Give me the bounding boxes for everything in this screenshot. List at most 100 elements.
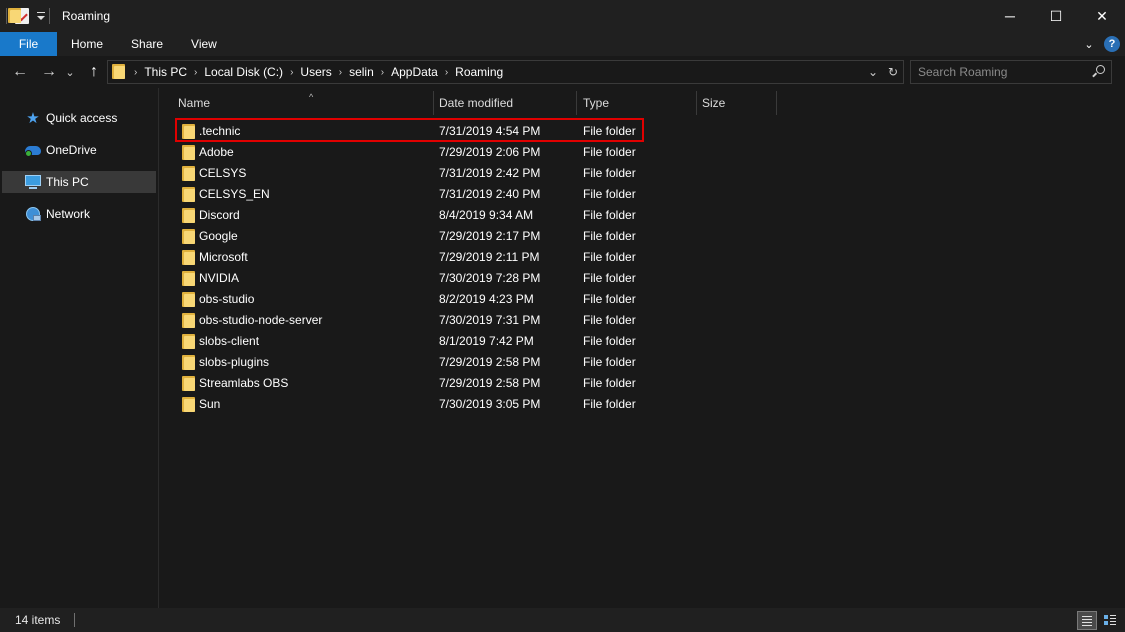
file-type: File folder [583, 334, 636, 348]
address-history-button[interactable]: ⌄ [863, 61, 883, 83]
table-row[interactable]: CELSYS 7/31/2019 2:42 PM File folder [177, 163, 642, 184]
file-name: Adobe [199, 145, 234, 159]
breadcrumb-separator[interactable]: › [290, 67, 293, 78]
this-pc-icon [24, 173, 42, 191]
sidebar-item-label: Quick access [46, 111, 118, 125]
file-name: slobs-client [199, 334, 260, 348]
table-row[interactable]: obs-studio-node-server 7/30/2019 7:31 PM F… [177, 310, 642, 331]
column-header-label: Name [178, 96, 211, 110]
file-type: File folder [583, 145, 636, 159]
breadcrumb-separator[interactable]: › [381, 67, 384, 78]
breadcrumb-separator[interactable]: › [339, 67, 342, 78]
file-name: obs-studio [199, 292, 255, 306]
file-name: CELSYS_EN [199, 187, 270, 201]
file-name: Sun [199, 397, 221, 411]
help-icon[interactable]: ? [1104, 36, 1120, 52]
breadcrumb-users[interactable]: Users [300, 65, 331, 79]
back-button[interactable]: ← [8, 60, 32, 84]
title-bar: Roaming ─ ☐ ✕ [0, 0, 1125, 32]
column-header-name[interactable]: Name ^ [172, 91, 434, 115]
minimize-button[interactable]: ─ [987, 0, 1033, 32]
sidebar-item-onedrive[interactable]: OneDrive [2, 139, 156, 161]
tab-file[interactable]: File [0, 32, 57, 56]
table-row[interactable]: slobs-plugins 7/29/2019 2:58 PM File folde… [177, 352, 642, 373]
search-box[interactable] [910, 60, 1112, 84]
address-bar[interactable]: › This PC › Local Disk (C:) › Users › se… [107, 60, 904, 84]
recent-locations-button[interactable]: ⌄ [62, 60, 78, 84]
breadcrumb-selin[interactable]: selin [349, 65, 374, 79]
file-type: File folder [583, 313, 636, 327]
expand-ribbon-icon[interactable]: ⌄ [1078, 32, 1100, 56]
navigation-pane: ★ Quick access OneDrive This PC Network [0, 88, 159, 608]
refresh-button[interactable]: ↻ [883, 61, 903, 83]
file-type: File folder [583, 250, 636, 264]
sidebar-item-this-pc[interactable]: This PC [2, 171, 156, 193]
column-header-label: Date modified [439, 96, 514, 110]
column-header-size[interactable]: Size [696, 91, 777, 115]
ribbon: File Home Share View ⌄ ? [0, 32, 1125, 56]
date-modified: 7/29/2019 2:11 PM [439, 250, 540, 264]
tab-home[interactable]: Home [57, 32, 117, 56]
file-type: File folder [583, 208, 636, 222]
search-input[interactable] [911, 61, 1091, 83]
date-modified: 7/30/2019 7:28 PM [439, 271, 541, 285]
window-title: Roaming [62, 9, 111, 23]
breadcrumb-appdata[interactable]: AppData [391, 65, 438, 79]
onedrive-icon [24, 141, 42, 159]
file-name: Google [199, 229, 238, 243]
search-icon[interactable] [1091, 65, 1105, 79]
close-button[interactable]: ✕ [1079, 0, 1125, 32]
breadcrumb-separator[interactable]: › [194, 67, 197, 78]
quick-access-divider [6, 8, 7, 24]
table-row[interactable]: Sun 7/30/2019 3:05 PM File folder [177, 394, 642, 415]
breadcrumb-roaming[interactable]: Roaming [455, 65, 503, 79]
file-name: CELSYS [199, 166, 247, 180]
file-type: File folder [583, 397, 636, 411]
window-controls: ─ ☐ ✕ [987, 0, 1125, 32]
tab-view[interactable]: View [177, 32, 231, 56]
table-row[interactable]: obs-studio 8/2/2019 4:23 PM File folder [177, 289, 642, 310]
breadcrumb-separator[interactable]: › [134, 67, 137, 78]
table-row[interactable]: NVIDIA 7/30/2019 7:28 PM File folder [177, 268, 642, 289]
details-view-button[interactable] [1077, 611, 1097, 630]
tab-share[interactable]: Share [117, 32, 177, 56]
column-header-date[interactable]: Date modified [433, 91, 577, 115]
up-button[interactable]: ↑ [82, 60, 106, 84]
date-modified: 7/31/2019 2:40 PM [439, 187, 541, 201]
network-icon [24, 205, 42, 223]
large-icons-view-button[interactable] [1100, 611, 1120, 630]
sidebar-item-label: Network [46, 207, 91, 221]
date-modified: 7/29/2019 2:06 PM [439, 145, 541, 159]
file-name: Discord [199, 208, 240, 222]
date-modified: 7/31/2019 2:42 PM [439, 166, 541, 180]
table-row[interactable]: Microsoft 7/29/2019 2:11 PM File folder [177, 247, 642, 268]
file-name: slobs-plugins [199, 355, 270, 369]
star-icon: ★ [26, 109, 40, 127]
title-divider [49, 8, 50, 24]
maximize-button[interactable]: ☐ [1033, 0, 1079, 32]
sidebar-item-quick-access[interactable]: ★ Quick access [2, 107, 156, 129]
table-row[interactable]: Adobe 7/29/2019 2:06 PM File folder [177, 142, 642, 163]
breadcrumb-separator[interactable]: › [445, 67, 448, 78]
breadcrumb-local-disk[interactable]: Local Disk (C:) [204, 65, 283, 79]
date-modified: 7/30/2019 3:05 PM [439, 397, 541, 411]
table-row[interactable]: slobs-client 8/1/2019 7:42 PM File folder [177, 331, 642, 352]
file-type: File folder [583, 292, 636, 306]
customize-quick-access-icon[interactable] [35, 8, 47, 24]
file-name: NVIDIA [199, 271, 240, 285]
file-list: Name ^ Date modified Type Size .technic 7… [160, 88, 1125, 608]
file-type: File folder [583, 187, 636, 201]
sidebar-item-network[interactable]: Network [2, 203, 156, 225]
breadcrumb-this-pc[interactable]: This PC [144, 65, 187, 79]
new-folder-icon[interactable] [8, 8, 24, 24]
date-modified: 7/29/2019 2:58 PM [439, 376, 541, 390]
file-name: Streamlabs OBS [199, 376, 289, 390]
file-type: File folder [583, 271, 636, 285]
column-header-type[interactable]: Type [577, 91, 697, 115]
table-row[interactable]: Google 7/29/2019 2:17 PM File folder [177, 226, 642, 247]
date-modified: 8/2/2019 4:23 PM [439, 292, 534, 306]
table-row[interactable]: CELSYS_EN 7/31/2019 2:40 PM File folder [177, 184, 642, 205]
table-row[interactable]: Streamlabs OBS 7/29/2019 2:58 PM File fold… [177, 373, 642, 394]
forward-button[interactable]: → [37, 60, 61, 84]
table-row[interactable]: Discord 8/4/2019 9:34 AM File folder [177, 205, 642, 226]
